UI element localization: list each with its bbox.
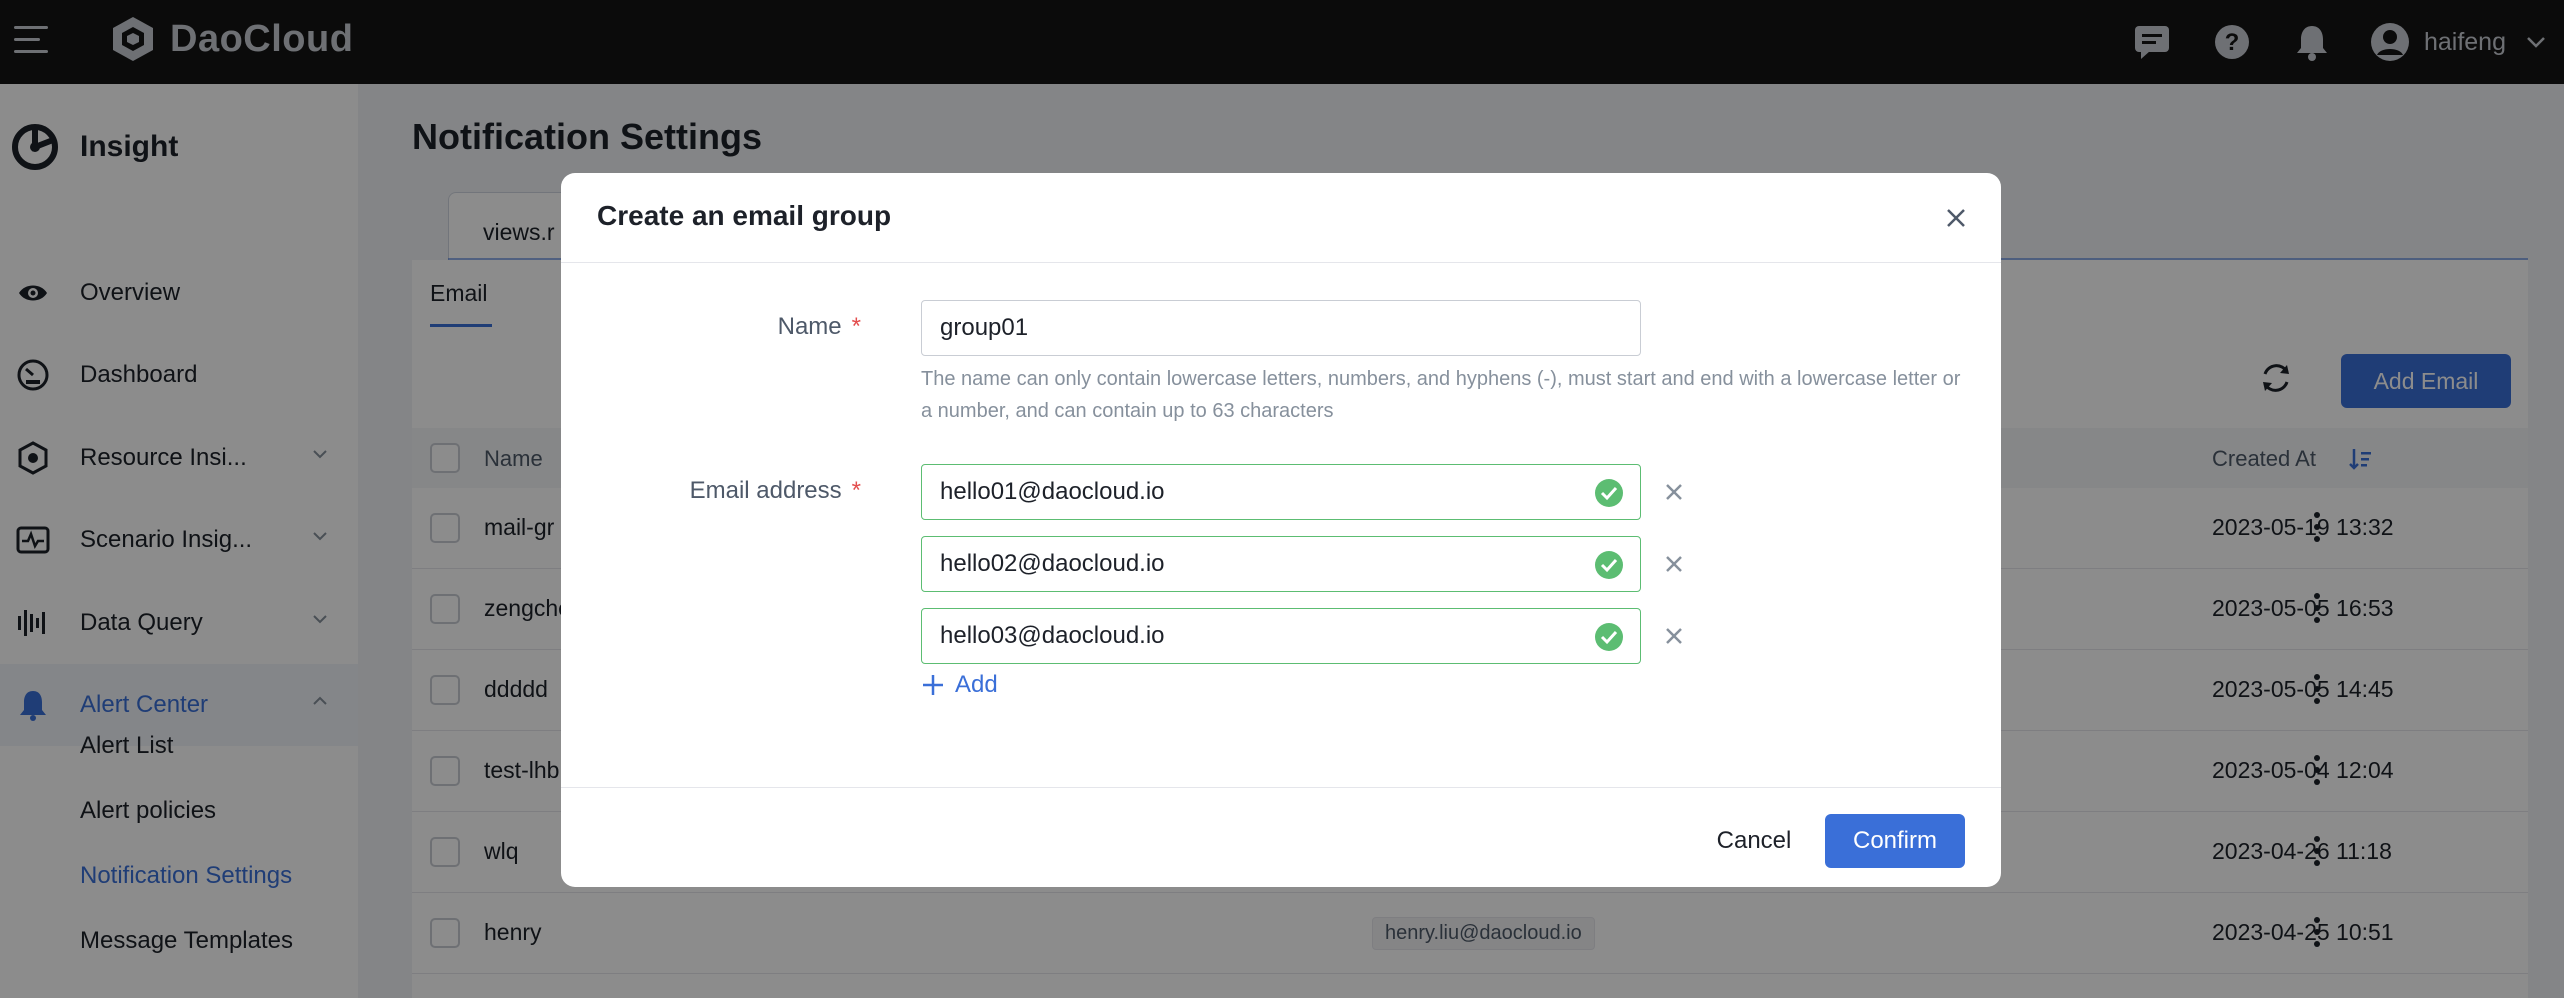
- remove-email-icon[interactable]: [1661, 551, 1687, 577]
- email-field[interactable]: [921, 464, 1641, 520]
- remove-email-icon[interactable]: [1661, 479, 1687, 505]
- plus-icon: [923, 675, 943, 695]
- cancel-button[interactable]: Cancel: [1699, 814, 1809, 868]
- email-field[interactable]: [921, 536, 1641, 592]
- name-label: Name *: [777, 313, 861, 340]
- dialog-title: Create an email group: [597, 200, 892, 231]
- email-input[interactable]: [922, 465, 1562, 519]
- confirm-button[interactable]: Confirm: [1825, 814, 1965, 868]
- email-input[interactable]: [922, 537, 1562, 591]
- email-field[interactable]: [921, 608, 1641, 664]
- add-email-label: Add: [955, 671, 998, 698]
- name-hint: The name can only contain lowercase lett…: [921, 368, 1961, 422]
- email-input[interactable]: [922, 609, 1562, 663]
- email-address-label: Email address *: [689, 477, 861, 504]
- close-icon[interactable]: [1941, 203, 1971, 233]
- dialog-header: Create an email group: [561, 173, 2001, 263]
- check-circle-icon: [1595, 623, 1623, 651]
- create-email-group-dialog: Create an email group Name* The name can…: [561, 173, 2001, 887]
- add-email-link[interactable]: Add: [921, 671, 998, 699]
- name-input[interactable]: [921, 300, 1641, 356]
- dialog-footer: Cancel Confirm: [561, 787, 2001, 887]
- check-circle-icon: [1595, 479, 1623, 507]
- remove-email-icon[interactable]: [1661, 623, 1687, 649]
- check-circle-icon: [1595, 551, 1623, 579]
